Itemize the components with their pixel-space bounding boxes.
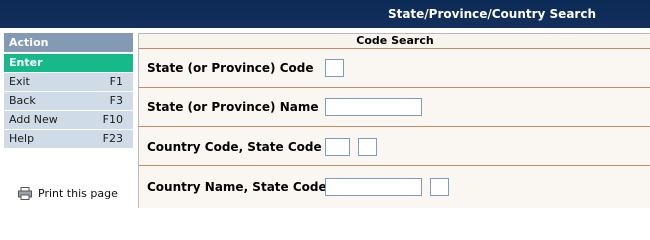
code-search-panel: Code Search State (or Province) Code Sta… (138, 33, 650, 208)
action-add-new[interactable]: Add New F10 (4, 111, 133, 129)
state-name-input[interactable] (325, 98, 422, 116)
state-code-input-3[interactable] (430, 178, 449, 196)
print-page-label: Print this page (38, 187, 118, 200)
state-code-input[interactable] (325, 59, 344, 77)
row-state-code: State (or Province) Code (139, 49, 650, 88)
country-name-state-code-label: Country Name, State Code (147, 180, 327, 194)
action-add-new-key: F10 (102, 113, 123, 126)
country-name-input[interactable] (325, 178, 422, 196)
state-code-label: State (or Province) Code (147, 61, 314, 75)
row-state-name: State (or Province) Name (139, 88, 650, 127)
action-panel-title: Action (4, 33, 133, 52)
action-back-label: Back (9, 94, 36, 107)
action-exit-label: Exit (9, 75, 30, 88)
title-bar: State/Province/Country Search (0, 0, 650, 28)
printer-icon (18, 187, 32, 200)
country-code-input[interactable] (325, 138, 350, 156)
print-page-link[interactable]: Print this page (18, 187, 118, 200)
action-enter[interactable]: Enter (4, 54, 133, 72)
state-name-label: State (or Province) Name (147, 100, 319, 114)
page-title: State/Province/Country Search (387, 7, 596, 21)
code-search-heading: Code Search (139, 34, 650, 49)
action-help-key: F23 (102, 132, 123, 145)
action-exit-key: F1 (109, 75, 123, 88)
row-country-state-code: Country Code, State Code (139, 127, 650, 166)
country-state-code-label: Country Code, State Code (147, 140, 322, 154)
action-exit[interactable]: Exit F1 (4, 73, 133, 91)
action-back[interactable]: Back F3 (4, 92, 133, 110)
action-panel: Action Enter Exit F1 Back F3 Add New F10… (4, 33, 133, 148)
action-help-label: Help (9, 132, 35, 145)
row-country-name-state-code: Country Name, State Code (139, 166, 650, 204)
action-add-new-label: Add New (9, 113, 58, 126)
action-help[interactable]: Help F23 (4, 130, 133, 148)
state-code-input-2[interactable] (358, 138, 377, 156)
action-back-key: F3 (109, 94, 123, 107)
action-enter-label: Enter (9, 56, 43, 69)
